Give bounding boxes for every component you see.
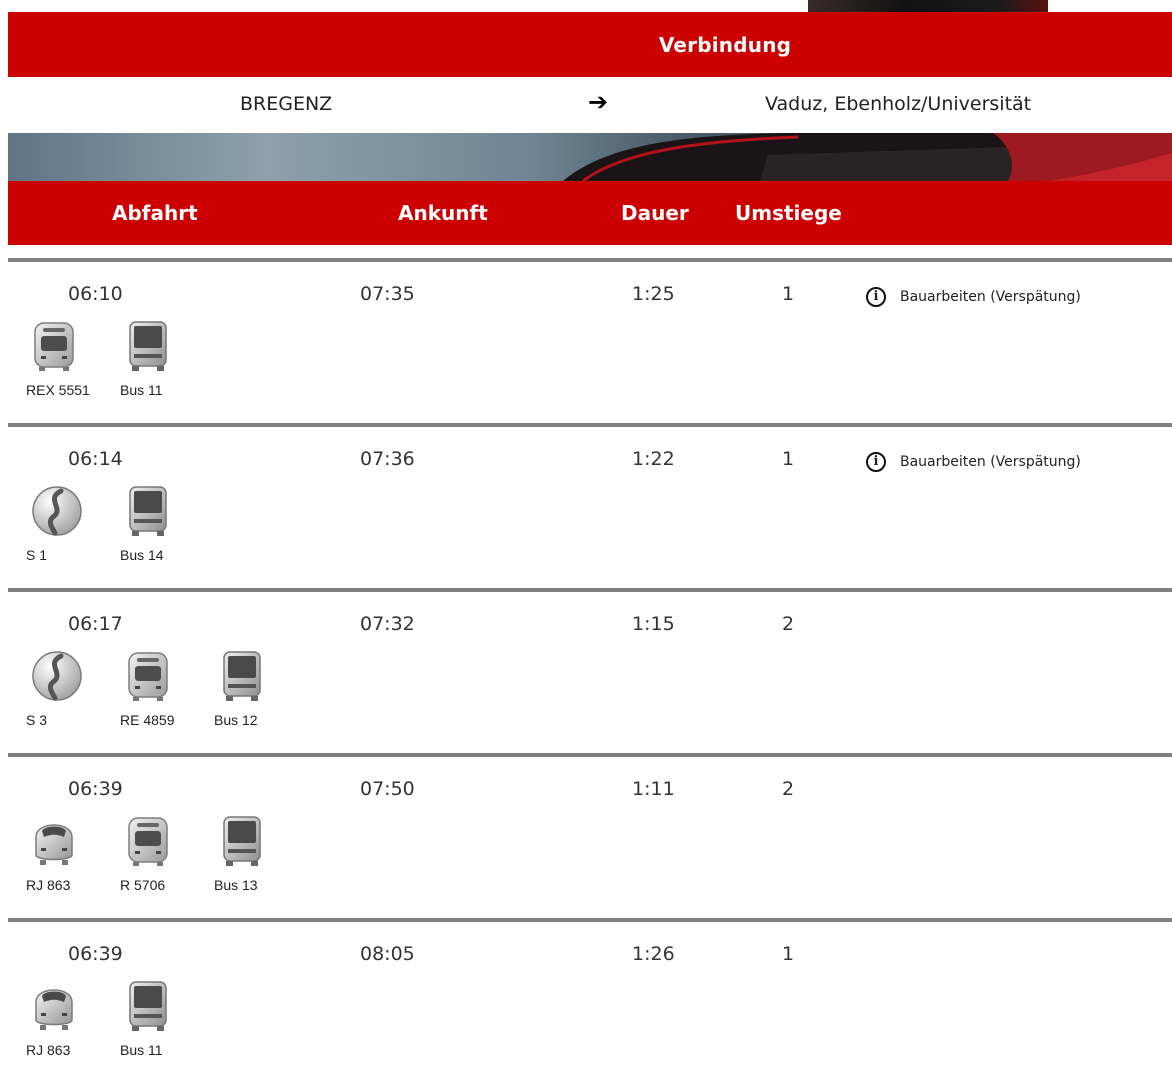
column-header-departure[interactable]: Abfahrt [112,201,198,225]
bus-icon [219,815,265,867]
bus-icon [219,650,265,702]
vehicle-label: RE 4859 [120,712,175,728]
page-title: Verbindung [658,32,792,57]
vehicle-item[interactable]: R 5706 [120,815,200,893]
departure-time: 06:39 [68,943,123,965]
train-icon [31,320,77,372]
connection-row[interactable]: 06:39 08:05 1:26 1 RJ 863 Bus 11 [8,918,1172,1080]
sbahn-icon [31,650,82,702]
arrival-time: 07:50 [360,778,415,800]
vehicle-label: RJ 863 [26,877,71,893]
bus-icon [125,320,171,372]
vehicle-item[interactable]: RE 4859 [120,650,200,728]
changes-count: 1 [782,448,795,470]
route-origin: BREGENZ [240,93,333,115]
vehicle-item[interactable]: Bus 13 [214,815,294,893]
departure-time: 06:17 [68,613,123,635]
arrow-right-icon: ➔ [588,88,609,116]
vehicle-item[interactable]: RJ 863 [26,815,106,893]
vehicle-label: S 1 [26,547,48,563]
connection-row[interactable]: 06:17 07:32 1:15 2 S 3 RE 4859 Bus 12 [8,588,1172,750]
sbahn-icon [31,485,82,537]
info-icon: i [866,287,886,307]
vehicle-label: Bus 11 [120,382,163,398]
header-banner-image [8,133,1172,181]
duration: 1:22 [632,448,675,470]
changes-count: 1 [782,283,795,305]
changes-count: 2 [782,778,795,800]
route-summary[interactable]: BREGENZ ➔ Vaduz, Ebenholz/Universität [8,77,1172,133]
column-header-arrival[interactable]: Ankunft [398,201,488,225]
vehicle-item[interactable]: Bus 14 [120,485,200,563]
vehicle-item[interactable]: RJ 863 [26,980,106,1058]
disruption-note[interactable]: i Bauarbeiten (Verspätung) [866,287,1081,307]
vehicle-item[interactable]: Bus 11 [120,980,200,1058]
vehicle-item[interactable]: Bus 11 [120,320,200,398]
railjet-icon [31,980,77,1032]
vehicle-label: Bus 12 [214,712,258,728]
train-icon [125,815,171,867]
connection-row[interactable]: 06:10 07:35 1:25 1 i Bauarbeiten (Verspä… [8,258,1172,420]
changes-count: 1 [782,943,795,965]
arrival-time: 07:32 [360,613,415,635]
railjet-icon [31,815,77,867]
bus-icon [125,980,171,1032]
arrival-time: 07:36 [360,448,415,470]
duration: 1:26 [632,943,675,965]
info-icon: i [866,452,886,472]
column-header-changes[interactable]: Umstiege [735,201,842,225]
connection-row[interactable]: 06:14 07:36 1:22 1 i Bauarbeiten (Verspä… [8,423,1172,585]
vehicle-label: Bus 11 [120,1042,163,1058]
vehicle-item[interactable]: S 1 [26,485,106,563]
disruption-text: Bauarbeiten (Verspätung) [900,454,1081,470]
column-header-bar: Abfahrt Ankunft Dauer Umstiege [8,181,1172,245]
departure-time: 06:14 [68,448,123,470]
vehicle-item[interactable]: Bus 12 [214,650,294,728]
vehicle-label: Bus 14 [120,547,164,563]
connection-list: 06:10 07:35 1:25 1 i Bauarbeiten (Verspä… [8,258,1172,1083]
duration: 1:15 [632,613,675,635]
duration: 1:11 [632,778,675,800]
connection-row[interactable]: 06:39 07:50 1:11 2 RJ 863 R 5706 Bus 13 [8,753,1172,915]
changes-count: 2 [782,613,795,635]
vehicle-item[interactable]: REX 5551 [26,320,106,398]
vehicle-label: R 5706 [120,877,166,893]
column-header-duration[interactable]: Dauer [621,201,689,225]
departure-time: 06:10 [68,283,123,305]
top-strip-image [808,0,1048,12]
vehicle-label: RJ 863 [26,1042,71,1058]
vehicle-label: S 3 [26,712,48,728]
arrival-time: 07:35 [360,283,415,305]
arrival-time: 08:05 [360,943,415,965]
disruption-note[interactable]: i Bauarbeiten (Verspätung) [866,452,1081,472]
top-strip [0,0,1172,12]
vehicle-label: Bus 13 [214,877,258,893]
vehicle-item[interactable]: S 3 [26,650,106,728]
departure-time: 06:39 [68,778,123,800]
title-bar: Verbindung [8,12,1172,77]
bus-icon [125,485,171,537]
duration: 1:25 [632,283,675,305]
vehicle-label: REX 5551 [26,382,90,398]
train-icon [125,650,171,702]
disruption-text: Bauarbeiten (Verspätung) [900,289,1081,305]
route-destination: Vaduz, Ebenholz/Universität [765,93,1032,115]
